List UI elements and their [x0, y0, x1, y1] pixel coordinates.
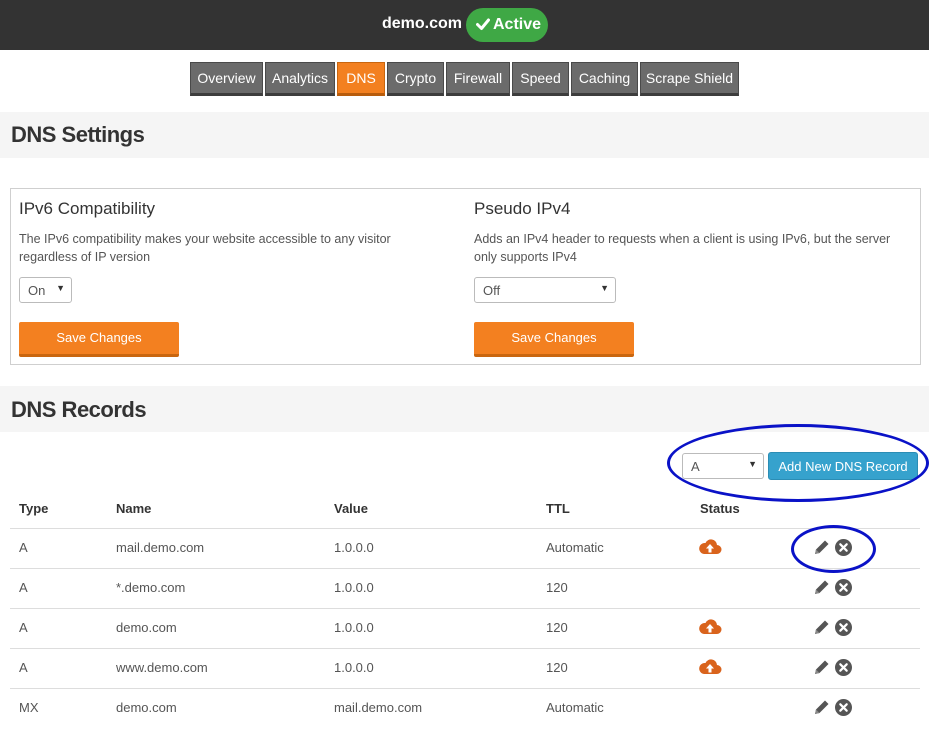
pencil-icon[interactable]	[813, 578, 831, 599]
pseudo-ipv4-select-value: Off	[483, 283, 501, 298]
pencil-icon[interactable]	[813, 658, 831, 679]
dns-settings-header: DNS Settings	[0, 112, 929, 158]
ipv6-select-value: On	[28, 283, 46, 298]
chevron-down-icon: ▼	[600, 283, 609, 293]
delete-icon[interactable]	[835, 619, 852, 639]
ipv6-save-button[interactable]: Save Changes	[19, 322, 179, 357]
ipv6-select[interactable]: On ▼	[19, 277, 72, 303]
pseudo-ipv4-save-button[interactable]: Save Changes	[474, 322, 634, 357]
pseudo-ipv4-select[interactable]: Off ▼	[474, 277, 616, 303]
record-ttl: Automatic	[546, 540, 604, 555]
tab-dns[interactable]: DNS	[337, 62, 385, 96]
highlight-ellipse-add-record	[667, 424, 929, 502]
record-type: A	[19, 580, 28, 595]
record-name: demo.com	[116, 620, 177, 635]
table-row: A www.demo.com 1.0.0.0 120	[0, 649, 929, 689]
delete-icon[interactable]	[835, 699, 852, 719]
record-value: 1.0.0.0	[334, 540, 374, 555]
record-name: demo.com	[116, 700, 177, 715]
highlight-ellipse-row-actions	[791, 525, 876, 573]
dns-settings-title: DNS Settings	[11, 122, 145, 147]
cloud-upload-icon[interactable]	[698, 537, 722, 560]
column-ttl: TTL	[546, 501, 570, 516]
record-name: mail.demo.com	[116, 540, 205, 555]
table-row: A *.demo.com 1.0.0.0 120	[0, 569, 929, 609]
cloud-upload-icon[interactable]	[698, 617, 722, 640]
pseudo-ipv4-description: Adds an IPv4 header to requests when a c…	[474, 232, 891, 264]
table-row: MX demo.com mail.demo.com Automatic	[0, 689, 929, 729]
column-name: Name	[116, 501, 152, 516]
pencil-icon[interactable]	[813, 698, 831, 719]
record-ttl: Automatic	[546, 700, 604, 715]
record-value: 1.0.0.0	[334, 660, 374, 675]
domain-name: demo.com	[382, 15, 463, 32]
record-value: 1.0.0.0	[334, 580, 374, 595]
status-label: Active	[493, 16, 542, 33]
tab-caching[interactable]: Caching	[571, 62, 638, 96]
record-ttl: 120	[546, 660, 568, 675]
delete-icon[interactable]	[835, 659, 852, 679]
tab-scrape-shield[interactable]: Scrape Shield	[640, 62, 739, 96]
pseudo-ipv4-title: Pseudo IPv4	[474, 199, 571, 218]
dns-records-title: DNS Records	[11, 397, 147, 422]
record-name: www.demo.com	[116, 660, 208, 675]
ipv6-title: IPv6 Compatibility	[19, 199, 156, 218]
record-value: mail.demo.com	[334, 700, 423, 715]
record-type: A	[19, 540, 28, 555]
column-value: Value	[334, 501, 368, 516]
record-ttl: 120	[546, 580, 568, 595]
record-value: 1.0.0.0	[334, 620, 374, 635]
record-type: A	[19, 620, 28, 635]
column-type: Type	[19, 501, 49, 516]
check-icon	[476, 17, 490, 36]
tab-firewall[interactable]: Firewall	[446, 62, 510, 96]
record-type: MX	[19, 700, 39, 715]
tab-speed[interactable]: Speed	[512, 62, 569, 96]
tab-crypto[interactable]: Crypto	[387, 62, 444, 96]
record-ttl: 120	[546, 620, 568, 635]
tab-overview[interactable]: Overview	[190, 62, 263, 96]
column-status: Status	[700, 501, 740, 516]
record-type: A	[19, 660, 28, 675]
record-name: *.demo.com	[116, 580, 186, 595]
table-row: A mail.demo.com 1.0.0.0 Automatic	[0, 529, 929, 569]
ipv6-description: The IPv6 compatibility makes your websit…	[19, 232, 391, 264]
delete-icon[interactable]	[835, 579, 852, 599]
chevron-down-icon: ▼	[56, 283, 65, 293]
table-row: A demo.com 1.0.0.0 120	[0, 609, 929, 649]
status-badge: Active	[466, 8, 548, 42]
top-bar: demo.com Active	[0, 0, 929, 50]
dns-settings-panel: IPv6 Compatibility The IPv6 compatibilit…	[10, 188, 921, 365]
tab-analytics[interactable]: Analytics	[265, 62, 335, 96]
pencil-icon[interactable]	[813, 618, 831, 639]
cloud-upload-icon[interactable]	[698, 657, 722, 680]
